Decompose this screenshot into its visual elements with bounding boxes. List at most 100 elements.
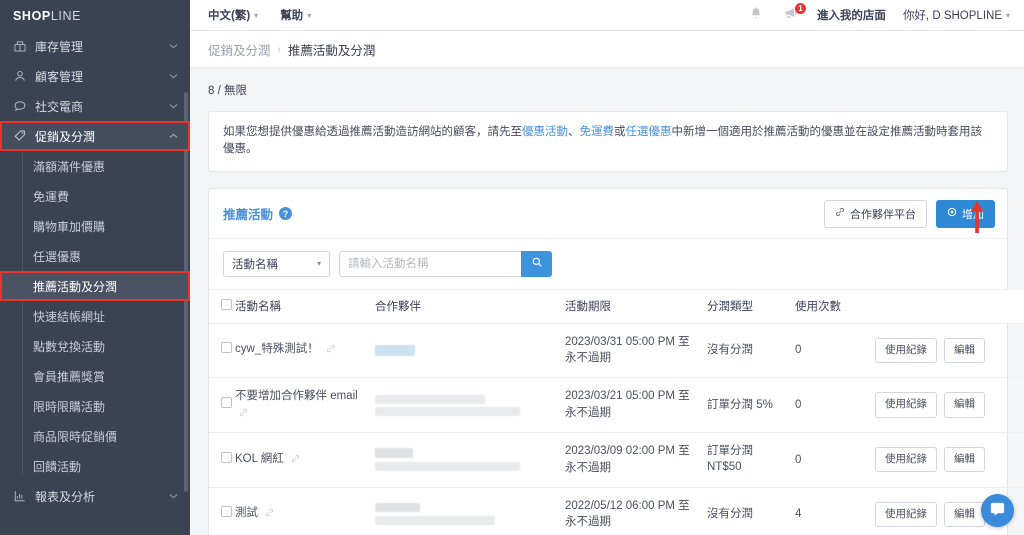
table-row: 不要增加合作夥伴 email 2023/03/21 05:00 PM 至 — [209, 377, 1024, 432]
user-menu[interactable]: 你好, D SHOPLINE ▾ — [903, 7, 1010, 23]
row-type-cell: 沒有分潤 — [707, 323, 795, 377]
help-menu[interactable]: 幫助 ▾ — [280, 7, 311, 23]
tab-affiliate-campaigns[interactable]: 推薦活動 ? — [223, 204, 292, 223]
logo-line-text: LINE — [51, 9, 81, 23]
row-checkbox[interactable] — [221, 452, 232, 463]
sidebar-subitem-cart-addon[interactable]: 購物車加價購 — [0, 211, 190, 241]
edit-button[interactable]: 編輯 — [944, 338, 985, 363]
link-icon[interactable] — [265, 506, 274, 523]
notice-link-pick-discount[interactable]: 任選優惠 — [626, 126, 672, 138]
redacted-partner — [375, 516, 495, 525]
row-checkbox[interactable] — [221, 506, 232, 517]
sidebar-subitem-points-redeem[interactable]: 點數兌換活動 — [0, 331, 190, 361]
usage-log-button[interactable]: 使用紀錄 — [875, 447, 937, 472]
edit-button[interactable]: 編輯 — [944, 447, 985, 472]
table-head: 活動名稱 合作夥伴 活動期限 分潤類型 使用次數 — [209, 289, 1024, 323]
search-button[interactable] — [521, 251, 552, 277]
usage-log-button[interactable]: 使用紀錄 — [875, 338, 937, 363]
card-header: 推薦活動 ? 合作夥伴平台 — [209, 189, 1007, 239]
period-end: 永不過期 — [565, 462, 611, 474]
breadcrumb-separator: › — [278, 44, 281, 55]
edit-button[interactable]: 編輯 — [944, 502, 985, 527]
logo-shop-text: SHOP — [13, 9, 51, 23]
usage-log-button[interactable]: 使用紀錄 — [875, 502, 937, 527]
chevron-down-icon: ▾ — [317, 259, 321, 268]
top-bar: 中文(繁) ▾ 幫助 ▾ — [190, 0, 1024, 31]
sidebar-subitem-rebate[interactable]: 回饋活動 — [0, 451, 190, 481]
sidebar-subitem-product-promo-price[interactable]: 商品限時促銷價 — [0, 421, 190, 451]
sidebar-subitem-free-shipping[interactable]: 免運費 — [0, 181, 190, 211]
sidebar-subitem-label: 會員推薦獎賞 — [33, 368, 105, 385]
header-period: 活動期限 — [565, 289, 707, 323]
chevron-down-icon — [167, 100, 179, 112]
sidebar-item-customers[interactable]: 顧客管理 — [0, 61, 190, 91]
sidebar-item-inventory[interactable]: 庫存管理 — [0, 31, 190, 61]
redacted-partner — [375, 345, 415, 356]
announcement-button[interactable]: 1 — [782, 6, 800, 24]
add-button-label: 增加 — [962, 206, 984, 222]
user-icon — [12, 68, 28, 84]
period-start: 2023/03/21 05:00 PM 至 — [565, 390, 690, 402]
card-header-actions: 合作夥伴平台 增加 — [824, 200, 995, 228]
filter-field-select[interactable]: 活動名稱 ▾ — [223, 251, 330, 277]
notice-link-coupon[interactable]: 優惠活動 — [522, 126, 568, 138]
question-icon[interactable]: ? — [279, 207, 292, 220]
my-store-link[interactable]: 進入我的店面 — [817, 7, 886, 23]
sidebar-subitem-pick-discount[interactable]: 任選優惠 — [0, 241, 190, 271]
sidebar-item-social-commerce[interactable]: 社交電商 — [0, 91, 190, 121]
edit-button[interactable]: 編輯 — [944, 392, 985, 417]
search-input[interactable] — [339, 251, 521, 277]
search-icon — [531, 255, 543, 273]
shopline-logo[interactable]: SHOPLINE — [0, 0, 190, 31]
row-period-cell: 2022/05/12 06:00 PM 至 永不過期 — [565, 487, 707, 535]
campaign-name: KOL 網紅 — [235, 453, 284, 465]
box-icon — [12, 38, 28, 54]
row-checkbox-cell — [209, 433, 235, 487]
sidebar-item-reports[interactable]: 報表及分析 — [0, 481, 190, 511]
redacted-partner — [375, 407, 520, 416]
usage-log-button[interactable]: 使用紀錄 — [875, 392, 937, 417]
row-uses-cell: 0 — [795, 377, 875, 432]
chat-widget-button[interactable] — [981, 494, 1014, 527]
language-label: 中文(繁) — [208, 7, 250, 23]
language-switcher[interactable]: 中文(繁) ▾ — [208, 7, 258, 23]
sidebar-subitem-member-referral[interactable]: 會員推薦獎賞 — [0, 361, 190, 391]
page-content: 8 / 無限 如果您想提供優惠給透過推薦活動造訪網站的顧客，請先至優惠活動、免運… — [190, 68, 1024, 535]
link-icon[interactable] — [291, 452, 300, 469]
link-icon[interactable] — [326, 342, 335, 359]
row-name-cell: KOL 網紅 — [235, 433, 375, 487]
sidebar-subitem-flash-sale[interactable]: 限時限購活動 — [0, 391, 190, 421]
row-period-cell: 2023/03/09 02:00 PM 至 永不過期 — [565, 433, 707, 487]
sidebar-subitem-label: 快速結帳網址 — [33, 308, 105, 325]
row-checkbox-cell — [209, 487, 235, 535]
row-period-cell: 2023/03/31 05:00 PM 至 永不過期 — [565, 323, 707, 377]
period-end: 永不過期 — [565, 407, 611, 419]
row-actions-cell: 使用紀錄 編輯 — [875, 377, 1024, 432]
link-icon[interactable] — [239, 406, 248, 423]
sidebar-item-promotions[interactable]: 促銷及分潤 — [0, 121, 190, 151]
sidebar-subitem-label: 任選優惠 — [33, 248, 81, 265]
partner-platform-button[interactable]: 合作夥伴平台 — [824, 200, 927, 228]
row-name-cell: 不要增加合作夥伴 email — [235, 377, 375, 432]
period-end: 永不過期 — [565, 352, 611, 364]
header-name: 活動名稱 — [235, 289, 375, 323]
affiliate-table: 活動名稱 合作夥伴 活動期限 分潤類型 使用次數 cyw_特殊測試！ — [209, 289, 1024, 535]
period-start: 2023/03/09 02:00 PM 至 — [565, 445, 690, 457]
sidebar-subitem-bundle-discount[interactable]: 滿額滿件優惠 — [0, 151, 190, 181]
notification-button[interactable] — [747, 6, 765, 24]
row-checkbox[interactable] — [221, 342, 232, 353]
notice-link-free-shipping[interactable]: 免運費 — [580, 126, 615, 138]
row-partner-cell — [375, 487, 565, 535]
breadcrumb-current: 推薦活動及分潤 — [288, 40, 376, 59]
sidebar-item-label: 社交電商 — [35, 98, 167, 115]
select-all-checkbox[interactable] — [221, 299, 232, 310]
sidebar-item-label: 促銷及分潤 — [35, 128, 167, 145]
sidebar-subitem-quick-checkout-url[interactable]: 快速結帳網址 — [0, 301, 190, 331]
row-name-cell: 測試 — [235, 487, 375, 535]
row-checkbox[interactable] — [221, 397, 232, 408]
add-button[interactable]: 增加 — [936, 200, 995, 228]
notice-separator-2: 或 — [614, 126, 626, 138]
sidebar-subitem-affiliate[interactable]: 推薦活動及分潤 — [0, 271, 190, 301]
breadcrumb-parent[interactable]: 促銷及分潤 — [208, 40, 271, 59]
campaign-name: 測試 — [235, 507, 258, 519]
